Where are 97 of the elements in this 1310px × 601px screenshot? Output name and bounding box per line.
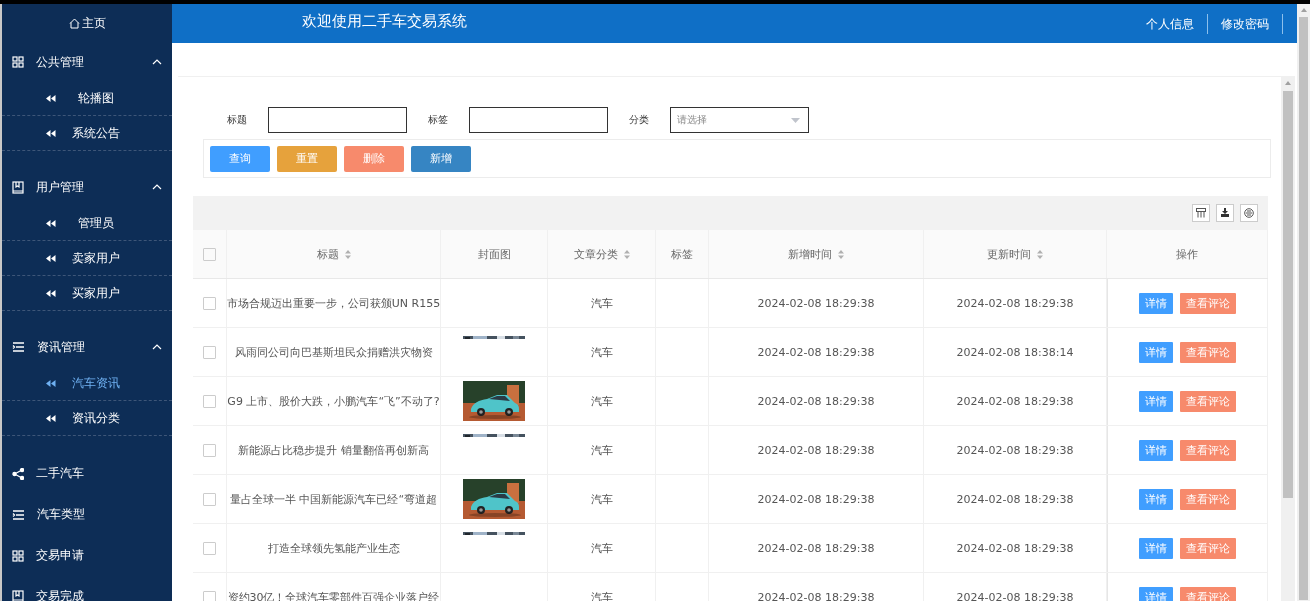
export-icon [1220, 208, 1230, 218]
column-header[interactable]: 新增时间 [788, 246, 832, 262]
table-cell: 2024-02-08 18:29:38 [956, 443, 1074, 457]
header-link[interactable]: 修改密码 [1208, 13, 1283, 34]
table-cell: 2024-02-08 18:29:38 [757, 345, 875, 359]
menu-item[interactable]: 二手汽车 [2, 453, 172, 494]
action-button[interactable]: 新增 [411, 145, 471, 172]
table-cell: 2024-02-08 18:38:14 [956, 345, 1074, 359]
field-label: 标签 [427, 113, 449, 127]
checkbox[interactable] [203, 492, 216, 506]
table-cell: 汽车 [590, 295, 613, 311]
columns-button[interactable] [1192, 204, 1210, 222]
table-cell: 2024-02-08 18:29:38 [757, 296, 875, 310]
table-cell: 2024-02-08 18:29:38 [956, 394, 1074, 408]
input-field[interactable] [469, 107, 608, 133]
chevron-icon [152, 344, 162, 350]
sort-icon[interactable] [1037, 249, 1043, 259]
field-label: 分类 [628, 113, 650, 127]
scrollbar[interactable] [1281, 77, 1295, 601]
menu-group[interactable]: 资讯管理 [2, 328, 172, 366]
menu-group[interactable]: 公共管理 [2, 43, 172, 81]
action-button[interactable]: 查询 [210, 145, 270, 172]
table-cell: 汽车 [590, 442, 613, 458]
column-header[interactable]: 更新时间 [987, 246, 1031, 262]
table-cell: 汽车 [590, 491, 613, 507]
scrollbar[interactable] [1297, 4, 1310, 601]
input-field[interactable] [268, 107, 407, 133]
book-icon [12, 590, 24, 601]
home-link[interactable]: 主页 [2, 4, 172, 43]
select-field[interactable]: 请选择 [670, 107, 809, 133]
double-arrow-icon [46, 379, 56, 387]
table-cell: 2024-02-08 18:29:38 [956, 590, 1074, 601]
header-link[interactable]: 个人信息 [1133, 13, 1208, 34]
sort-icon[interactable] [623, 249, 630, 259]
row-action-button[interactable]: 详情 [1139, 341, 1173, 363]
grid-icon [12, 56, 24, 68]
table-cell: 2024-02-08 18:29:38 [757, 541, 875, 555]
chevron-icon [152, 59, 162, 65]
chevron-icon [152, 184, 162, 190]
checkbox[interactable] [203, 541, 216, 555]
double-arrow-icon [46, 219, 56, 227]
list-icon [12, 509, 25, 520]
double-arrow-icon [46, 129, 56, 137]
table-cell: 新能源占比稳步提升 销量翻倍再创新高 [238, 442, 429, 458]
column-header: 操作 [1176, 246, 1198, 262]
column-header[interactable]: 文章分类 [573, 246, 618, 262]
row-action-button[interactable]: 详情 [1139, 537, 1173, 559]
table-cell: 市场合规迈出重要一步，公司获颁UN R155 [227, 295, 440, 311]
home-icon [68, 18, 80, 29]
table-cell: 汽车 [590, 540, 613, 556]
menu-item[interactable]: 汽车类型 [2, 494, 172, 535]
field-label: 标题 [226, 113, 248, 127]
table-cell: 量占全球一半 中国新能源汽车已经“弯道超 [229, 491, 438, 507]
checkbox[interactable] [203, 345, 216, 359]
row-action-button[interactable]: 详情 [1139, 439, 1173, 461]
share-icon [12, 467, 24, 480]
table-cell: 2024-02-08 18:29:38 [757, 394, 875, 408]
grid-icon [12, 549, 24, 562]
table-cell: G9 上市、股价大跌，小鹏汽车“飞”不动了? [227, 393, 440, 409]
table-cell: 2024-02-08 18:29:38 [757, 492, 875, 506]
dropdown-arrow-icon [791, 117, 800, 123]
print-button[interactable] [1240, 204, 1258, 222]
checkbox[interactable] [203, 296, 216, 310]
table-cell: 打造全球领先氢能产业生态 [267, 540, 400, 556]
sort-icon[interactable] [344, 249, 351, 259]
print-icon [1244, 208, 1254, 218]
checkbox[interactable] [203, 590, 216, 601]
table-cell: 2024-02-08 18:29:38 [757, 443, 875, 457]
column-header: 封面图 [477, 246, 511, 262]
table-cell: 2024-02-08 18:29:38 [956, 492, 1074, 506]
table-cell: 风雨同公司向巴基斯坦民众捐赠洪灾物资 [234, 344, 433, 360]
checkbox[interactable] [203, 443, 216, 457]
menu-group[interactable]: 用户管理 [2, 168, 172, 206]
columns-icon [1196, 208, 1206, 218]
row-action-button[interactable]: 详情 [1139, 292, 1173, 314]
checkbox[interactable] [203, 247, 216, 261]
book-icon [12, 180, 24, 194]
column-header[interactable]: 标题 [316, 246, 339, 262]
double-arrow-icon [46, 94, 56, 102]
row-action-button[interactable]: 详情 [1139, 488, 1173, 510]
table-cell: 2024-02-08 18:29:38 [956, 296, 1074, 310]
table-cell: 2024-02-08 18:29:38 [757, 590, 875, 601]
table-cell: 汽车 [590, 344, 613, 360]
app-title: 欢迎使用二手车交易系统 [302, 12, 468, 31]
column-header: 标签 [671, 246, 693, 262]
double-arrow-icon [46, 414, 56, 422]
table-cell: 汽车 [590, 393, 613, 409]
export-button[interactable] [1216, 204, 1234, 222]
table-cell: 2024-02-08 18:29:38 [956, 541, 1074, 555]
row-action-button[interactable]: 详情 [1139, 390, 1173, 412]
sort-icon[interactable] [838, 249, 844, 259]
table-cell: 汽车 [590, 589, 613, 601]
double-arrow-icon [46, 254, 56, 262]
double-arrow-icon [46, 289, 56, 297]
checkbox[interactable] [203, 394, 216, 408]
list-icon [12, 342, 25, 352]
menu-item[interactable]: 交易申请 [2, 535, 172, 576]
